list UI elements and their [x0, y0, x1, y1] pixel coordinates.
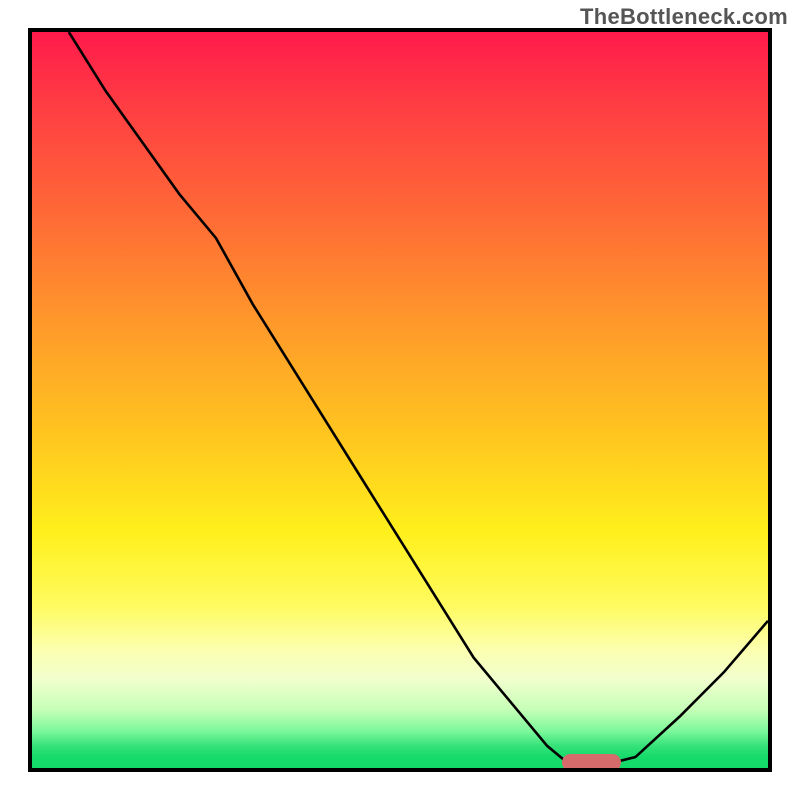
watermark-text: TheBottleneck.com: [580, 4, 788, 30]
optimum-marker: [562, 754, 621, 771]
chart-container: TheBottleneck.com: [0, 0, 800, 800]
bottleneck-curve-path: [69, 32, 768, 764]
plot-frame: [28, 28, 772, 772]
curve-svg: [32, 32, 768, 768]
